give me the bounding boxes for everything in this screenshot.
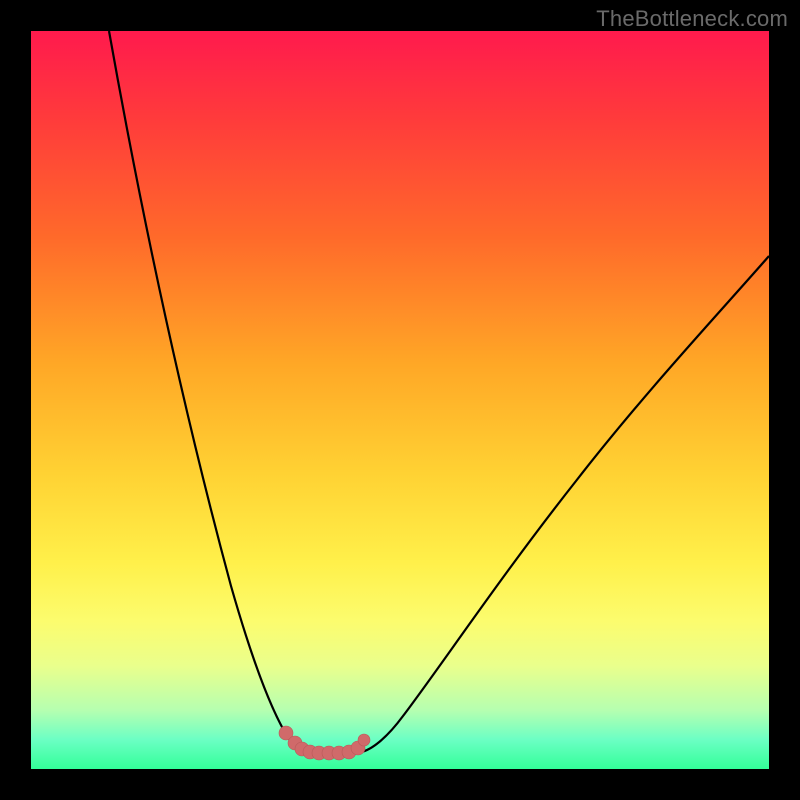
chart-svg [31,31,769,769]
curve-left-branch [109,31,309,752]
chart-plot-area [31,31,769,769]
watermark-text: TheBottleneck.com [596,6,788,32]
trough-marker-group [279,726,370,760]
curve-right-branch [361,256,769,752]
trough-marker [358,734,370,746]
